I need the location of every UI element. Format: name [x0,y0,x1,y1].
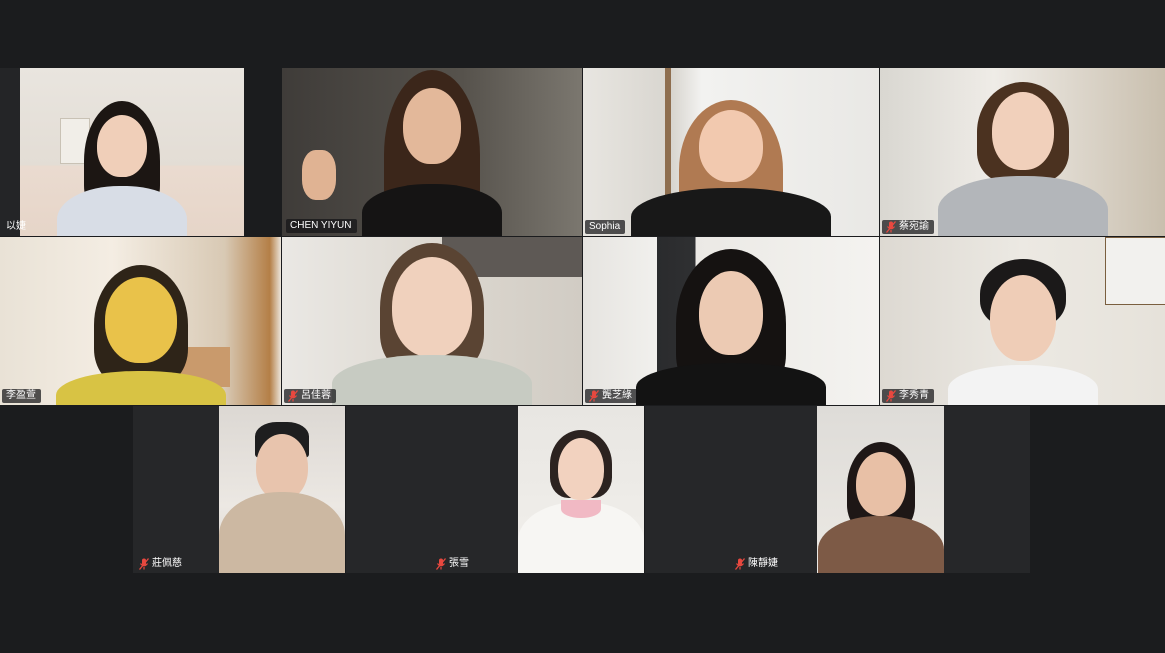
participant-nametag: Sophia [585,220,626,234]
participant-video [518,406,644,573]
participant-video [219,406,345,573]
participant-name: 龔芝綠 [602,390,632,401]
participant-nametag: 呂佳蓉 [284,389,336,403]
participant-name: 陳靜婕 [748,558,778,569]
participant-video [880,237,1165,405]
muted-mic-icon [139,558,149,570]
muted-mic-icon [436,558,446,570]
participant-name: 蔡宛諭 [899,221,929,232]
video-tile-li-yingxuan[interactable]: 李盈萱 [0,237,281,405]
participant-video [583,237,879,405]
participant-name: CHEN YIYUN [290,220,352,231]
participant-nametag: 龔芝綠 [585,389,637,403]
video-tile-sophia[interactable]: Sophia [583,68,879,236]
participant-name: Sophia [589,221,621,232]
participant-video [583,68,879,236]
participant-nametag: 陳靜婕 [731,557,783,571]
video-tile-li-xiuqing[interactable]: 李秀青 [880,237,1165,405]
muted-mic-icon [288,390,298,402]
participant-name: 莊佩慈 [152,558,182,569]
participant-nametag: 蔡宛諭 [882,220,934,234]
participant-nametag: CHEN YIYUN [286,219,357,233]
video-tile-lu-jiarong[interactable]: 呂佳蓉 [282,237,582,405]
participant-name: 李盈萱 [6,390,36,401]
participant-name: 以婕 [6,221,26,232]
participant-nametag: 李秀青 [882,389,934,403]
participant-nametag: 以婕 [2,220,31,234]
participant-name: 呂佳蓉 [301,390,331,401]
participant-nametag: 李盈萱 [2,389,41,403]
muted-mic-icon [589,390,599,402]
participant-video [0,68,244,236]
participant-video [282,68,582,236]
video-tile-zhuang-peici[interactable]: 莊佩慈 [133,406,345,573]
video-tile-gong-zhilu[interactable]: 龔芝綠 [583,237,879,405]
participant-video [880,68,1165,236]
participant-nametag: 張雪 [432,557,474,571]
participant-video [282,237,582,405]
video-tile-zhang-xue[interactable]: 張雪 [346,406,644,573]
video-tile-cai-wanyu[interactable]: 蔡宛諭 [880,68,1165,236]
video-tile-yijie[interactable]: 以婕 [0,68,244,236]
muted-mic-icon [735,558,745,570]
participant-name: 李秀青 [899,390,929,401]
video-tile-chen-yiyun[interactable]: CHEN YIYUN [282,68,582,236]
participant-nametag: 莊佩慈 [135,557,187,571]
muted-mic-icon [886,390,896,402]
muted-mic-icon [886,221,896,233]
video-tile-chen-jingjie[interactable]: 陳靜婕 [645,406,1030,573]
participant-name: 張雪 [449,558,469,569]
participant-video [817,406,944,573]
participant-video [0,237,281,405]
